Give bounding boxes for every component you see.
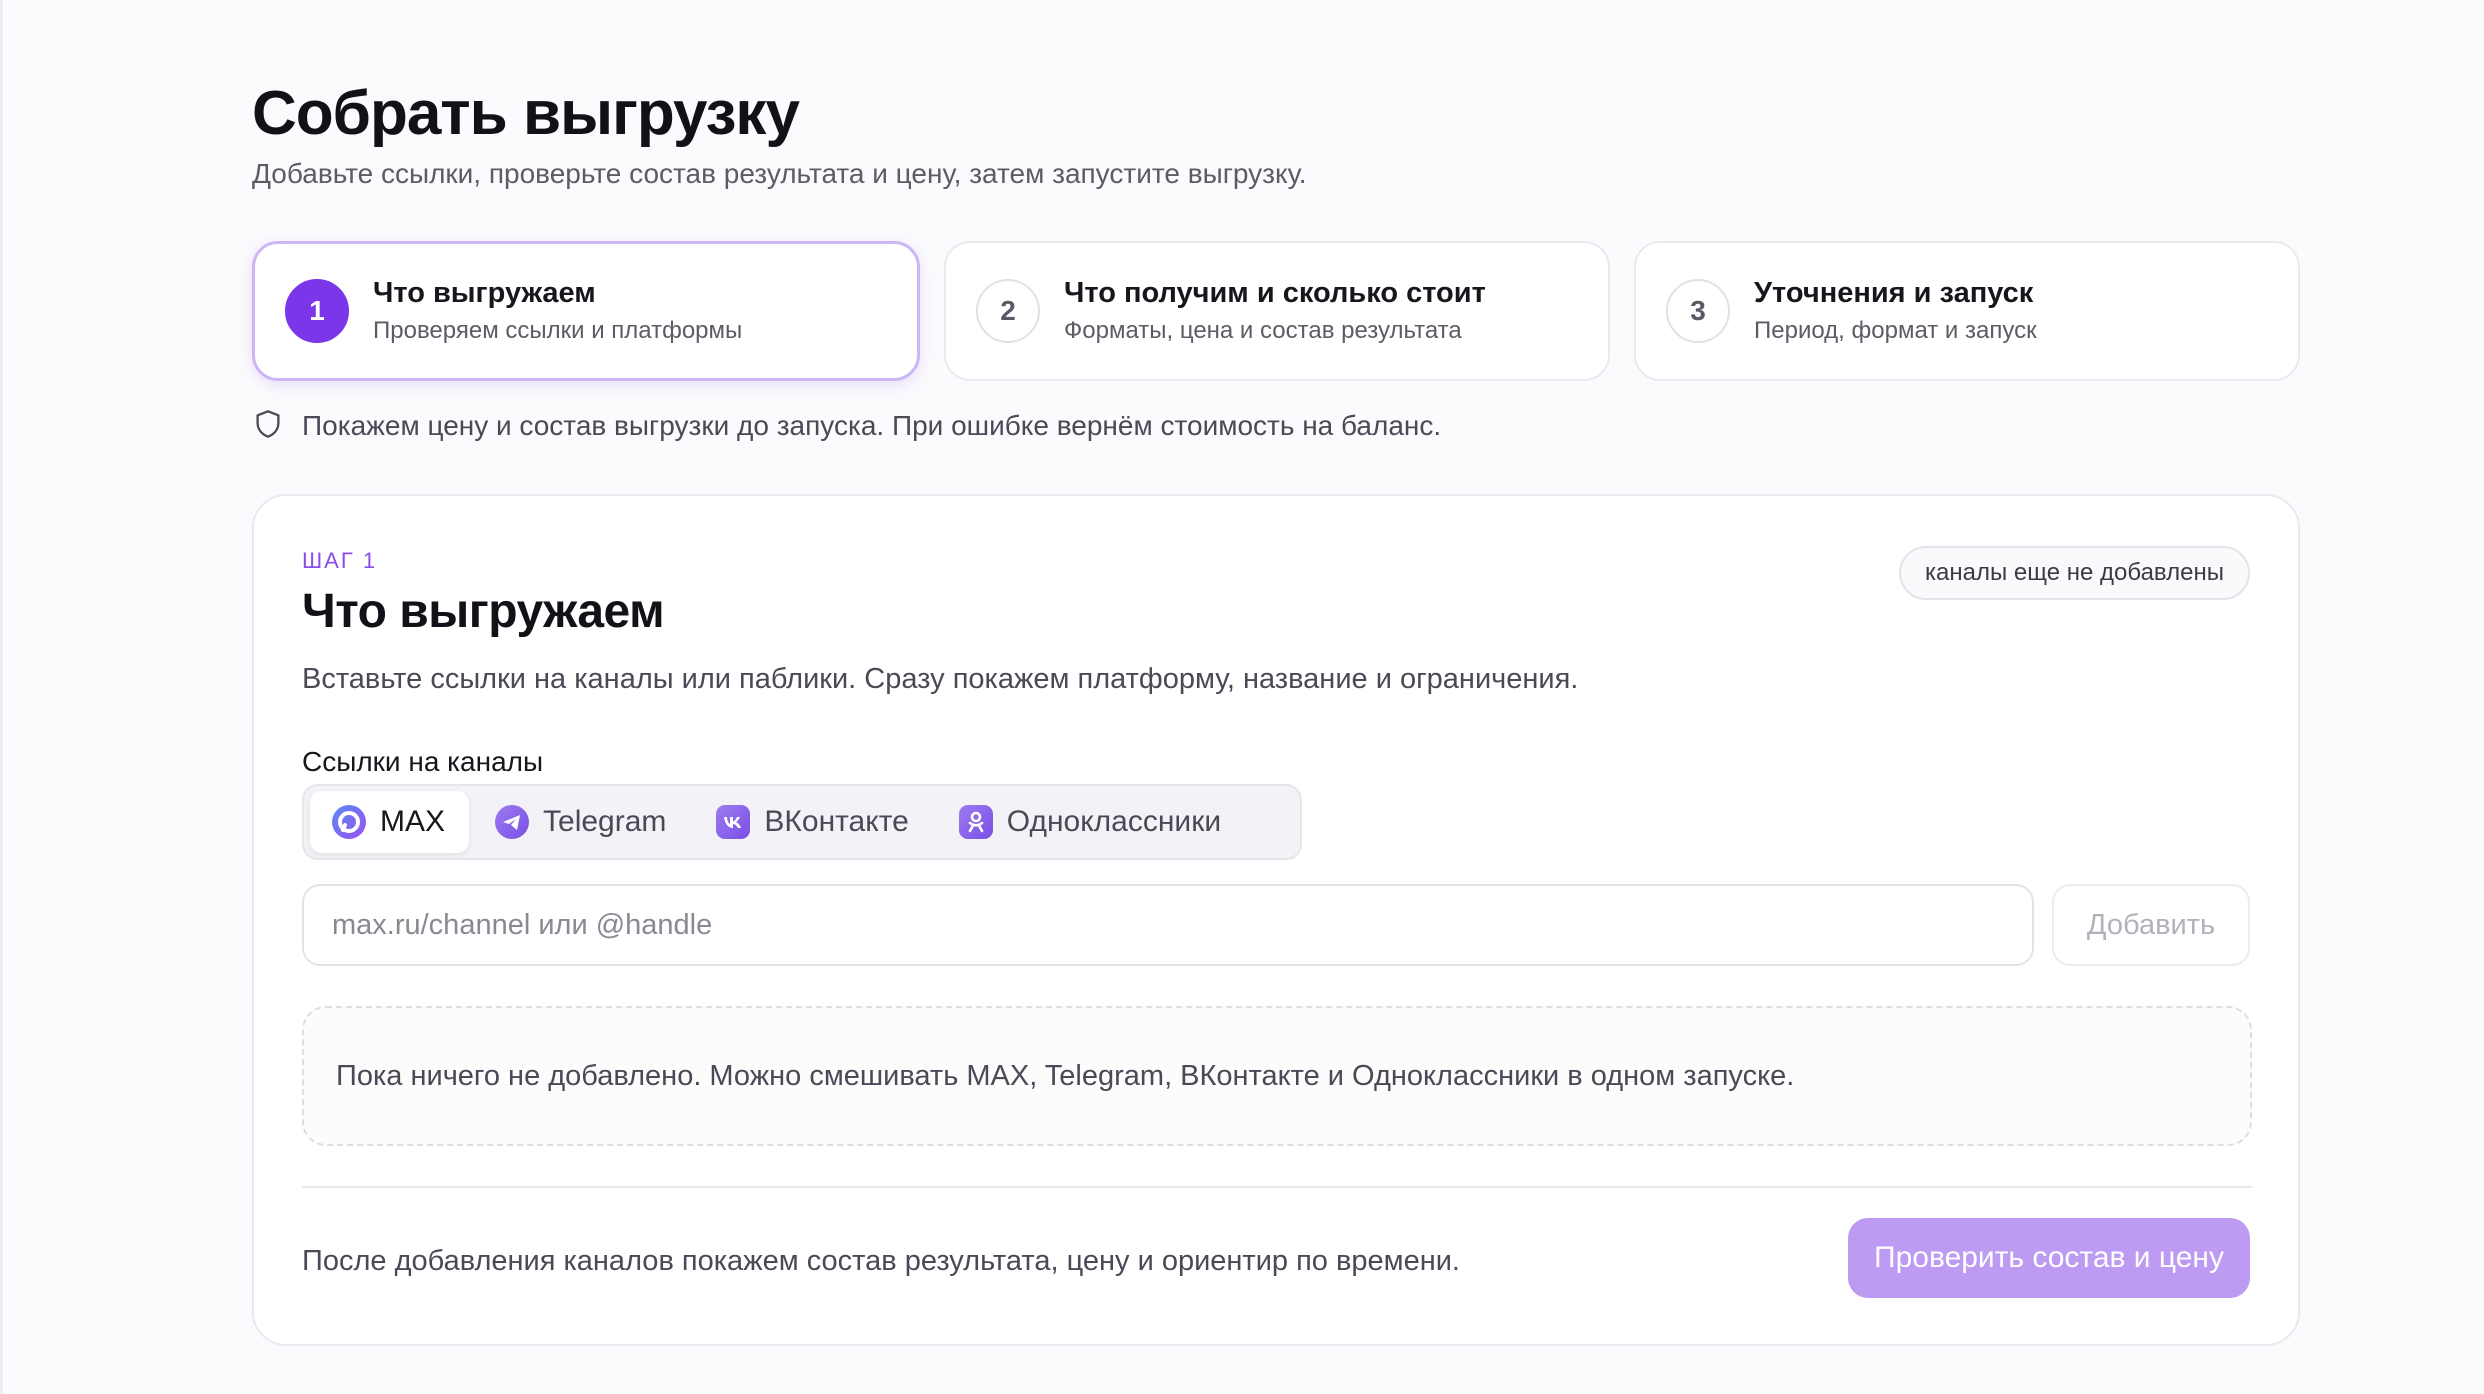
vk-icon: [716, 805, 751, 839]
telegram-icon: [495, 805, 530, 839]
step-subtitle: Форматы, цена и состав результата: [1064, 317, 1462, 344]
channel-url-input[interactable]: [302, 884, 2034, 966]
page-subtitle: Добавьте ссылки, проверьте состав резуль…: [252, 158, 1307, 189]
card-title: Что выгружаем: [302, 585, 665, 638]
tab-label: Одноклассники: [1006, 805, 1222, 838]
step-subtitle: Период, формат и запуск: [1754, 317, 2037, 344]
status-badge: каналы еще не добавлены: [1899, 546, 2250, 600]
footer-hint: После добавления каналов покажем состав …: [302, 1245, 1460, 1277]
tab-vk[interactable]: ВКонтакте: [694, 791, 932, 853]
step-title: Уточнения и запуск: [1754, 277, 2034, 309]
check-price-button[interactable]: Проверить состав и цену: [1848, 1218, 2250, 1298]
tab-label: MAX: [380, 805, 446, 838]
ok-icon: [958, 805, 993, 839]
tab-max[interactable]: MAX: [310, 791, 470, 853]
step-text: Уточнения и запуск Период, формат и запу…: [1754, 275, 2037, 347]
window-edge: [0, 0, 3, 1394]
step-number: 2: [976, 279, 1040, 343]
step-card-2[interactable]: 2 Что получим и сколько стоит Форматы, ц…: [944, 241, 1610, 381]
tab-label: Telegram: [543, 805, 667, 838]
step-card-1[interactable]: 1 Что выгружаем Проверяем ссылки и платф…: [252, 241, 920, 381]
add-button[interactable]: Добавить: [2052, 884, 2250, 966]
tab-label: ВКонтакте: [764, 805, 909, 838]
step-eyebrow: ШАГ 1: [302, 548, 378, 573]
step-title: Что получим и сколько стоит: [1064, 277, 1486, 309]
empty-state: Пока ничего не добавлено. Можно смешиват…: [302, 1006, 2252, 1146]
divider: [302, 1186, 2252, 1188]
step-text: Что выгружаем Проверяем ссылки и платфор…: [373, 275, 742, 347]
step-card-3[interactable]: 3 Уточнения и запуск Период, формат и за…: [1634, 241, 2300, 381]
card-description: Вставьте ссылки на каналы или паблики. С…: [302, 663, 1579, 695]
notice-text: Покажем цену и состав выгрузки до запуск…: [302, 410, 1442, 441]
platform-tabs: MAX Telegram ВКонтакте Одноклассники: [302, 784, 1302, 860]
tab-odnoklassniki[interactable]: Одноклассники: [937, 791, 1245, 853]
shield-icon: [254, 409, 282, 444]
page-title: Собрать выгрузку: [252, 79, 800, 148]
step-text: Что получим и сколько стоит Форматы, цен…: [1064, 275, 1486, 347]
step-number: 1: [285, 279, 349, 343]
field-label: Ссылки на каналы: [302, 746, 544, 777]
guarantee-notice: Покажем цену и состав выгрузки до запуск…: [254, 408, 1441, 444]
step-number: 3: [1666, 279, 1730, 343]
empty-state-text: Пока ничего не добавлено. Можно смешиват…: [336, 1059, 1795, 1092]
tab-telegram[interactable]: Telegram: [473, 791, 690, 853]
max-icon: [332, 805, 366, 839]
stepper: 1 Что выгружаем Проверяем ссылки и платф…: [252, 241, 2300, 381]
step-subtitle: Проверяем ссылки и платформы: [373, 317, 743, 344]
step-1-card: ШАГ 1 Что выгружаем Вставьте ссылки на к…: [252, 494, 2300, 1346]
step-title: Что выгружаем: [373, 277, 596, 309]
